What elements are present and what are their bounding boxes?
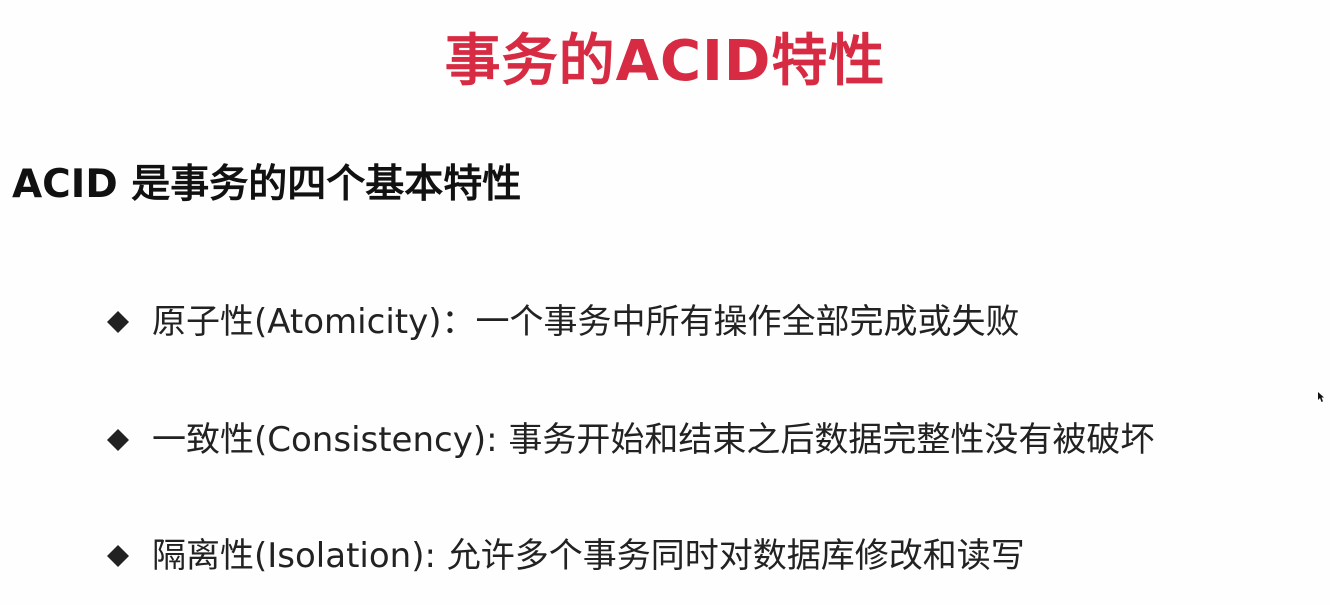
bullet-item-consistency: 一致性(Consistency): 事务开始和结束之后数据完整性没有被破坏 xyxy=(102,410,1154,470)
bullet-text-consistency: 一致性(Consistency): 事务开始和结束之后数据完整性没有被破坏 xyxy=(152,420,1155,460)
slide-title: 事务的ACID特性 xyxy=(444,29,886,94)
bullet-text-atomicity: 原子性(Atomicity)：一个事务中所有操作全部完成或失败 xyxy=(152,302,1020,342)
diamond-bullet-icon xyxy=(102,306,134,338)
mouse-cursor-icon xyxy=(1318,392,1324,402)
bullet-item-isolation: 隔离性(Isolation): 允许多个事务同时对数据库修改和读写 xyxy=(102,526,1025,586)
bullet-text-isolation: 隔离性(Isolation): 允许多个事务同时对数据库修改和读写 xyxy=(152,536,1025,576)
presentation-slide: 事务的ACID特性 ACID 是事务的四个基本特性 原子性(Atomicity)… xyxy=(0,0,1330,605)
slide-subtitle: ACID 是事务的四个基本特性 xyxy=(12,162,522,207)
diamond-bullet-icon xyxy=(102,424,134,456)
diamond-bullet-icon xyxy=(102,540,134,572)
bullet-item-atomicity: 原子性(Atomicity)：一个事务中所有操作全部完成或失败 xyxy=(102,292,1019,352)
